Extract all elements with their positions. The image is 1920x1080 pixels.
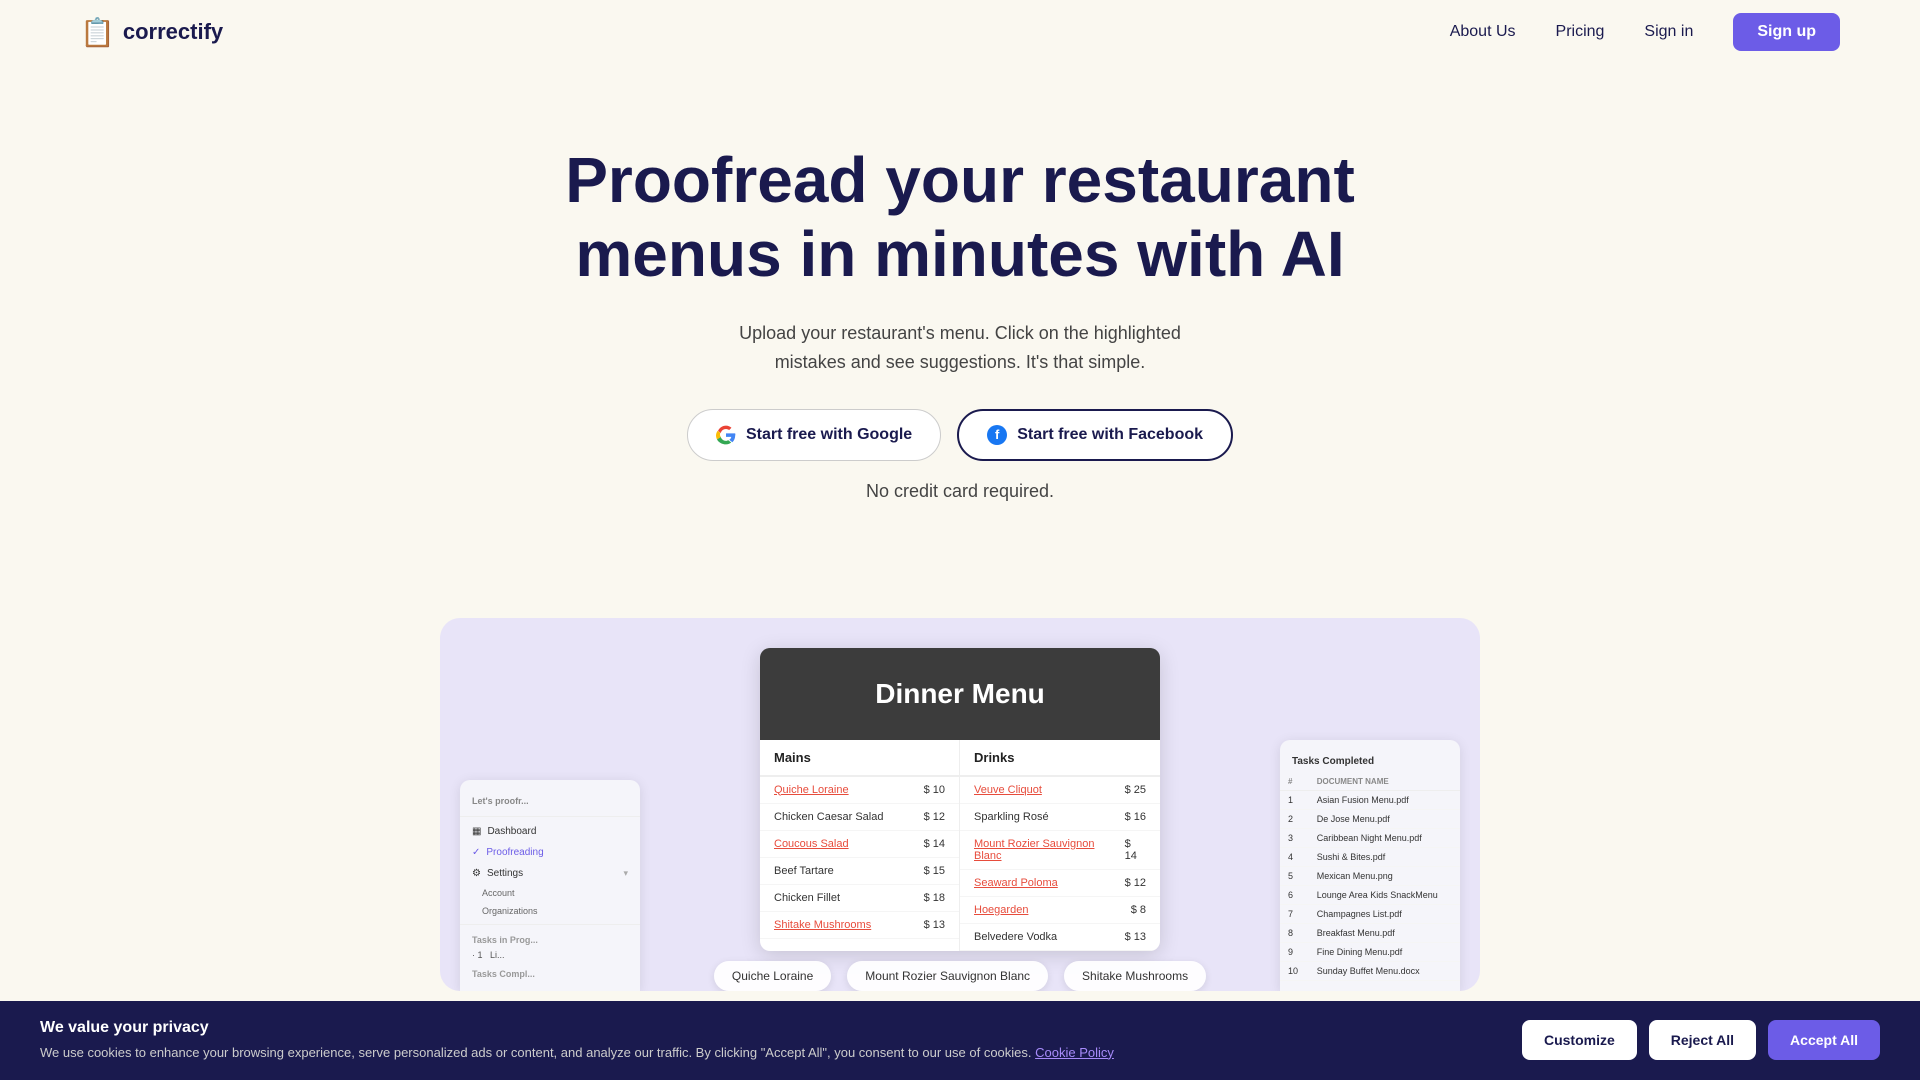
cookie-buttons: Customize Reject All Accept All	[1522, 1020, 1880, 1060]
highlighted-tag: Shitake Mushrooms	[1064, 961, 1206, 991]
google-icon	[716, 425, 736, 445]
main-item: Quiche Loraine$ 10	[760, 777, 959, 804]
logo-text: correctify	[123, 19, 223, 45]
cookie-text: We value your privacy We use cookies to …	[40, 1019, 1502, 1063]
facebook-btn-label: Start free with Facebook	[1017, 426, 1203, 444]
logo-icon: 📋	[80, 16, 115, 49]
hero-heading: Proofread your restaurant menus in minut…	[560, 144, 1360, 291]
drink-item: Mount Rozier Sauvignon Blanc$ 14	[960, 831, 1160, 870]
mains-column: Quiche Loraine$ 10Chicken Caesar Salad$ …	[760, 777, 960, 951]
highlighted-tag: Quiche Loraine	[714, 961, 831, 991]
drinks-column: Veuve Cliquot$ 25Sparkling Rosé$ 16Mount…	[960, 777, 1160, 951]
logo[interactable]: 📋 correctify	[80, 16, 223, 49]
nav-link-pricing[interactable]: Pricing	[1556, 23, 1605, 41]
drink-item: Sparkling Rosé$ 16	[960, 804, 1160, 831]
hero-section: Proofread your restaurant menus in minut…	[0, 64, 1920, 578]
signup-button[interactable]: Sign up	[1733, 13, 1840, 51]
cookie-desc-text: We use cookies to enhance your browsing …	[40, 1045, 1035, 1060]
nav-link-signin[interactable]: Sign in	[1644, 23, 1693, 41]
menu-rows: Quiche Loraine$ 10Chicken Caesar Salad$ …	[760, 777, 1160, 951]
navbar: 📋 correctify About Us Pricing Sign in Si…	[0, 0, 1920, 64]
preview-section: Let's proofr... ▦ Dashboard ✓ Proofreadi…	[440, 618, 1480, 991]
no-cc-text: No credit card required.	[710, 477, 1210, 506]
reject-all-button[interactable]: Reject All	[1649, 1020, 1756, 1060]
menu-card: Dinner Menu Mains Drinks Quiche Loraine$…	[760, 648, 1160, 951]
main-item: Shitake Mushrooms$ 13	[760, 912, 959, 939]
hero-subtext: Upload your restaurant's menu. Click on …	[710, 319, 1210, 377]
cookie-banner: We value your privacy We use cookies to …	[0, 1001, 1920, 1080]
facebook-signup-button[interactable]: f Start free with Facebook	[957, 409, 1233, 461]
drink-item: Hoegarden$ 8	[960, 897, 1160, 924]
drink-item: Veuve Cliquot$ 25	[960, 777, 1160, 804]
accept-all-button[interactable]: Accept All	[1768, 1020, 1880, 1060]
google-btn-label: Start free with Google	[746, 426, 912, 444]
drinks-header: Drinks	[960, 740, 1160, 776]
mains-header: Mains	[760, 740, 960, 776]
highlighted-tags: Quiche Loraine Mount Rozier Sauvignon Bla…	[460, 951, 1460, 991]
highlighted-tag: Mount Rozier Sauvignon Blanc	[847, 961, 1048, 991]
menu-title: Dinner Menu	[780, 678, 1140, 710]
drink-item: Belvedere Vodka$ 13	[960, 924, 1160, 951]
nav-link-about[interactable]: About Us	[1450, 23, 1516, 41]
cookie-title: We value your privacy	[40, 1019, 1502, 1037]
menu-body: Mains Drinks Quiche Loraine$ 10Chicken C…	[760, 740, 1160, 951]
main-item: Coucous Salad$ 14	[760, 831, 959, 858]
google-signup-button[interactable]: Start free with Google	[687, 409, 941, 461]
customize-button[interactable]: Customize	[1522, 1020, 1637, 1060]
nav-links: About Us Pricing Sign in Sign up	[1450, 13, 1840, 51]
cookie-desc: We use cookies to enhance your browsing …	[40, 1043, 1502, 1063]
main-item: Beef Tartare$ 15	[760, 858, 959, 885]
cta-buttons: Start free with Google f Start free with…	[20, 409, 1900, 461]
main-item: Chicken Caesar Salad$ 12	[760, 804, 959, 831]
facebook-icon: f	[987, 425, 1007, 445]
main-item: Chicken Fillet$ 18	[760, 885, 959, 912]
drink-item: Seaward Poloma$ 12	[960, 870, 1160, 897]
menu-col-headers: Mains Drinks	[760, 740, 1160, 777]
menu-header: Dinner Menu	[760, 648, 1160, 740]
cookie-policy-link[interactable]: Cookie Policy	[1035, 1045, 1114, 1060]
